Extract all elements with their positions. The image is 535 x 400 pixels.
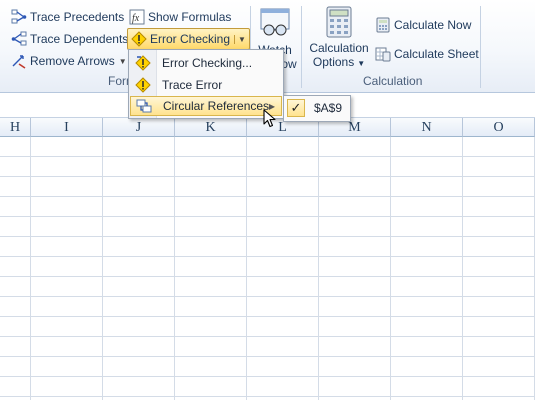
- show-formulas-button[interactable]: fx Show Formulas: [129, 7, 231, 27]
- error-checking-button[interactable]: Error Checking ▼: [127, 28, 250, 50]
- circular-reference-item[interactable]: $A$9: [314, 101, 342, 115]
- chevron-down-icon: ▼: [357, 59, 366, 68]
- calculate-sheet-icon: [375, 47, 391, 62]
- divider: [480, 6, 481, 88]
- circular-ref-icon: [131, 98, 157, 114]
- trace-error-icon: [130, 77, 156, 93]
- menu-item-label: Error Checking...: [162, 56, 253, 70]
- calculate-now-icon: [376, 17, 390, 33]
- calculation-options-label-1: Calculation: [309, 41, 369, 55]
- menu-item-trace-error[interactable]: Trace Error: [130, 75, 282, 95]
- trace-dependents-button[interactable]: Trace Dependents: [11, 29, 128, 49]
- calculation-options-icon: [326, 6, 352, 38]
- grid-column-line: [102, 137, 103, 400]
- chevron-down-icon: ▼: [118, 56, 127, 66]
- grid-column-line: [462, 137, 463, 400]
- calculation-options-label-2: Options ▼: [312, 55, 366, 69]
- divider: [301, 6, 302, 88]
- chevron-down-icon[interactable]: ▼: [234, 34, 246, 44]
- menu-item-error-checking[interactable]: Error Checking...: [130, 53, 282, 73]
- watch-window-icon: [260, 8, 290, 36]
- column-header[interactable]: H: [0, 118, 31, 137]
- worksheet-grid[interactable]: [0, 137, 535, 400]
- column-header[interactable]: J: [103, 118, 175, 137]
- column-header[interactable]: I: [31, 118, 103, 137]
- trace-dependents-icon: [11, 31, 27, 46]
- column-header[interactable]: O: [463, 118, 535, 137]
- mouse-cursor-icon: [263, 109, 276, 128]
- circular-reference-label: $A$9: [314, 101, 343, 115]
- trace-dependents-label: Trace Dependents: [30, 32, 129, 46]
- check-icon: ✓: [287, 99, 305, 117]
- menu-item-label: Trace Error: [162, 78, 223, 92]
- group-label-calculation: Calculation: [363, 74, 423, 88]
- column-header[interactable]: N: [391, 118, 463, 137]
- column-header[interactable]: K: [175, 118, 247, 137]
- error-check-icon: [130, 55, 156, 71]
- circular-references-submenu: ✓ $A$9: [283, 95, 351, 122]
- grid-column-line: [318, 137, 319, 400]
- remove-arrows-icon: [12, 55, 26, 69]
- grid-column-line: [174, 137, 175, 400]
- calculate-now-button[interactable]: Calculate Now: [375, 15, 471, 35]
- menu-item-circular-references[interactable]: Circular References ▶: [130, 96, 282, 116]
- grid-column-line: [246, 137, 247, 400]
- svg-text:fx: fx: [132, 13, 140, 24]
- trace-precedents-button[interactable]: Trace Precedents: [11, 7, 124, 27]
- grid-column-line: [390, 137, 391, 400]
- calculate-sheet-label: Calculate Sheet: [394, 47, 479, 61]
- error-checking-icon: [131, 31, 147, 47]
- trace-precedents-icon: [11, 9, 27, 24]
- menu-item-label: Circular References: [163, 99, 270, 113]
- grid-column-line: [30, 137, 31, 400]
- calculate-now-label: Calculate Now: [394, 18, 472, 32]
- error-checking-label: Error Checking: [150, 32, 231, 46]
- error-checking-menu: Error Checking... Trace Error Circular R…: [128, 49, 284, 119]
- remove-arrows-label: Remove Arrows: [30, 54, 115, 68]
- calculation-options-button[interactable]: Calculation Options ▼: [306, 6, 372, 69]
- trace-precedents-label: Trace Precedents: [30, 10, 125, 24]
- calculate-sheet-button[interactable]: Calculate Sheet: [375, 44, 479, 64]
- show-formulas-label: Show Formulas: [148, 10, 232, 24]
- show-formulas-icon: fx: [129, 9, 145, 25]
- remove-arrows-button[interactable]: Remove Arrows ▼: [11, 51, 127, 71]
